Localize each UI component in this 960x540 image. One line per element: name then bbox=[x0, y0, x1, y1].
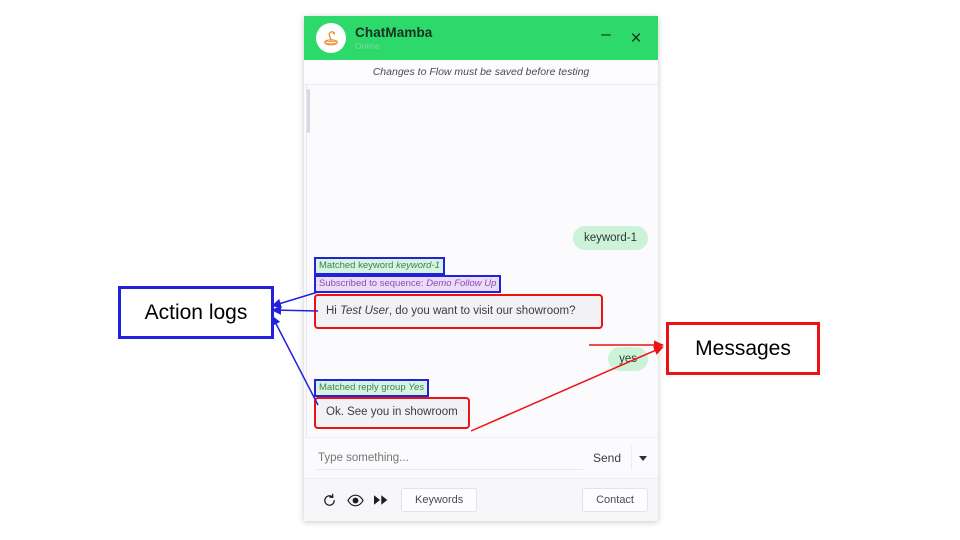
refresh-icon[interactable] bbox=[316, 487, 342, 513]
send-button[interactable]: Send bbox=[583, 451, 631, 465]
callout-action-logs: Action logs bbox=[118, 286, 274, 339]
send-options-button[interactable] bbox=[631, 446, 654, 470]
message-row: Subscribed to sequence: Demo Follow Up bbox=[313, 274, 648, 293]
widget-title: ChatMamba bbox=[355, 24, 433, 40]
user-message-bubble: keyword-1 bbox=[572, 225, 648, 250]
action-log-matched-keyword: Matched keyword keyword-1 bbox=[314, 256, 445, 275]
chevron-down-icon bbox=[639, 455, 647, 461]
widget-header: ChatMamba Online – × bbox=[304, 16, 658, 60]
eye-icon[interactable] bbox=[342, 487, 368, 513]
screenshot-stage: ChatMamba Online – × Changes to Flow mus… bbox=[0, 0, 960, 540]
message-row: Matched reply group Yes bbox=[313, 379, 648, 398]
chat-message-list: keyword-1 Matched keyword keyword-1 Subs… bbox=[304, 85, 658, 437]
action-log-prefix: Matched keyword bbox=[319, 259, 397, 271]
action-log-emphasis: Demo Follow Up bbox=[426, 277, 497, 289]
chat-scrollbar-thumb[interactable] bbox=[307, 89, 310, 133]
keywords-button[interactable]: Keywords bbox=[401, 488, 478, 512]
message-row: keyword-1 bbox=[316, 225, 648, 250]
action-log-subscribed: Subscribed to sequence: Demo Follow Up bbox=[313, 274, 502, 293]
fast-forward-icon[interactable] bbox=[368, 487, 394, 513]
widget-header-text: ChatMamba Online bbox=[355, 24, 433, 51]
message-row: Hi Test User, do you want to visit our s… bbox=[314, 293, 648, 330]
action-log-matched-reply-group: Matched reply group Yes bbox=[313, 379, 430, 398]
flow-save-notice: Changes to Flow must be saved before tes… bbox=[304, 60, 658, 85]
callout-messages-label: Messages bbox=[695, 336, 791, 360]
bot-message-ok: Ok. See you in showroom bbox=[314, 397, 470, 429]
minimize-button[interactable]: – bbox=[594, 22, 618, 55]
action-log-prefix: Subscribed to sequence: bbox=[319, 277, 427, 289]
callout-action-logs-label: Action logs bbox=[144, 300, 248, 324]
widget-status: Online bbox=[355, 41, 380, 51]
message-row: yes bbox=[316, 347, 648, 372]
chat-widget: ChatMamba Online – × Changes to Flow mus… bbox=[304, 16, 658, 521]
callout-messages: Messages bbox=[666, 322, 820, 375]
message-input[interactable] bbox=[316, 446, 583, 470]
chat-scrollbar-track[interactable] bbox=[306, 85, 310, 437]
bot-message-emphasis: Test User bbox=[340, 304, 389, 317]
widget-toolbar: Keywords Contact bbox=[304, 478, 658, 521]
message-row: Ok. See you in showroom bbox=[314, 397, 648, 429]
snake-logo-icon bbox=[316, 23, 346, 53]
contact-button[interactable]: Contact bbox=[582, 488, 648, 512]
action-log-emphasis: Yes bbox=[408, 382, 425, 394]
bot-message-showroom: Hi Test User, do you want to visit our s… bbox=[314, 293, 603, 330]
bot-message-prefix: Hi bbox=[326, 304, 341, 317]
message-row: Matched keyword keyword-1 bbox=[314, 256, 648, 275]
bot-message-suffix: , do you want to visit our showroom? bbox=[388, 304, 576, 317]
close-button[interactable]: × bbox=[624, 26, 648, 50]
action-log-prefix: Matched reply group bbox=[319, 382, 409, 394]
action-log-emphasis: keyword-1 bbox=[396, 259, 440, 271]
message-composer: Send bbox=[304, 437, 658, 478]
user-message-bubble: yes bbox=[608, 347, 648, 372]
